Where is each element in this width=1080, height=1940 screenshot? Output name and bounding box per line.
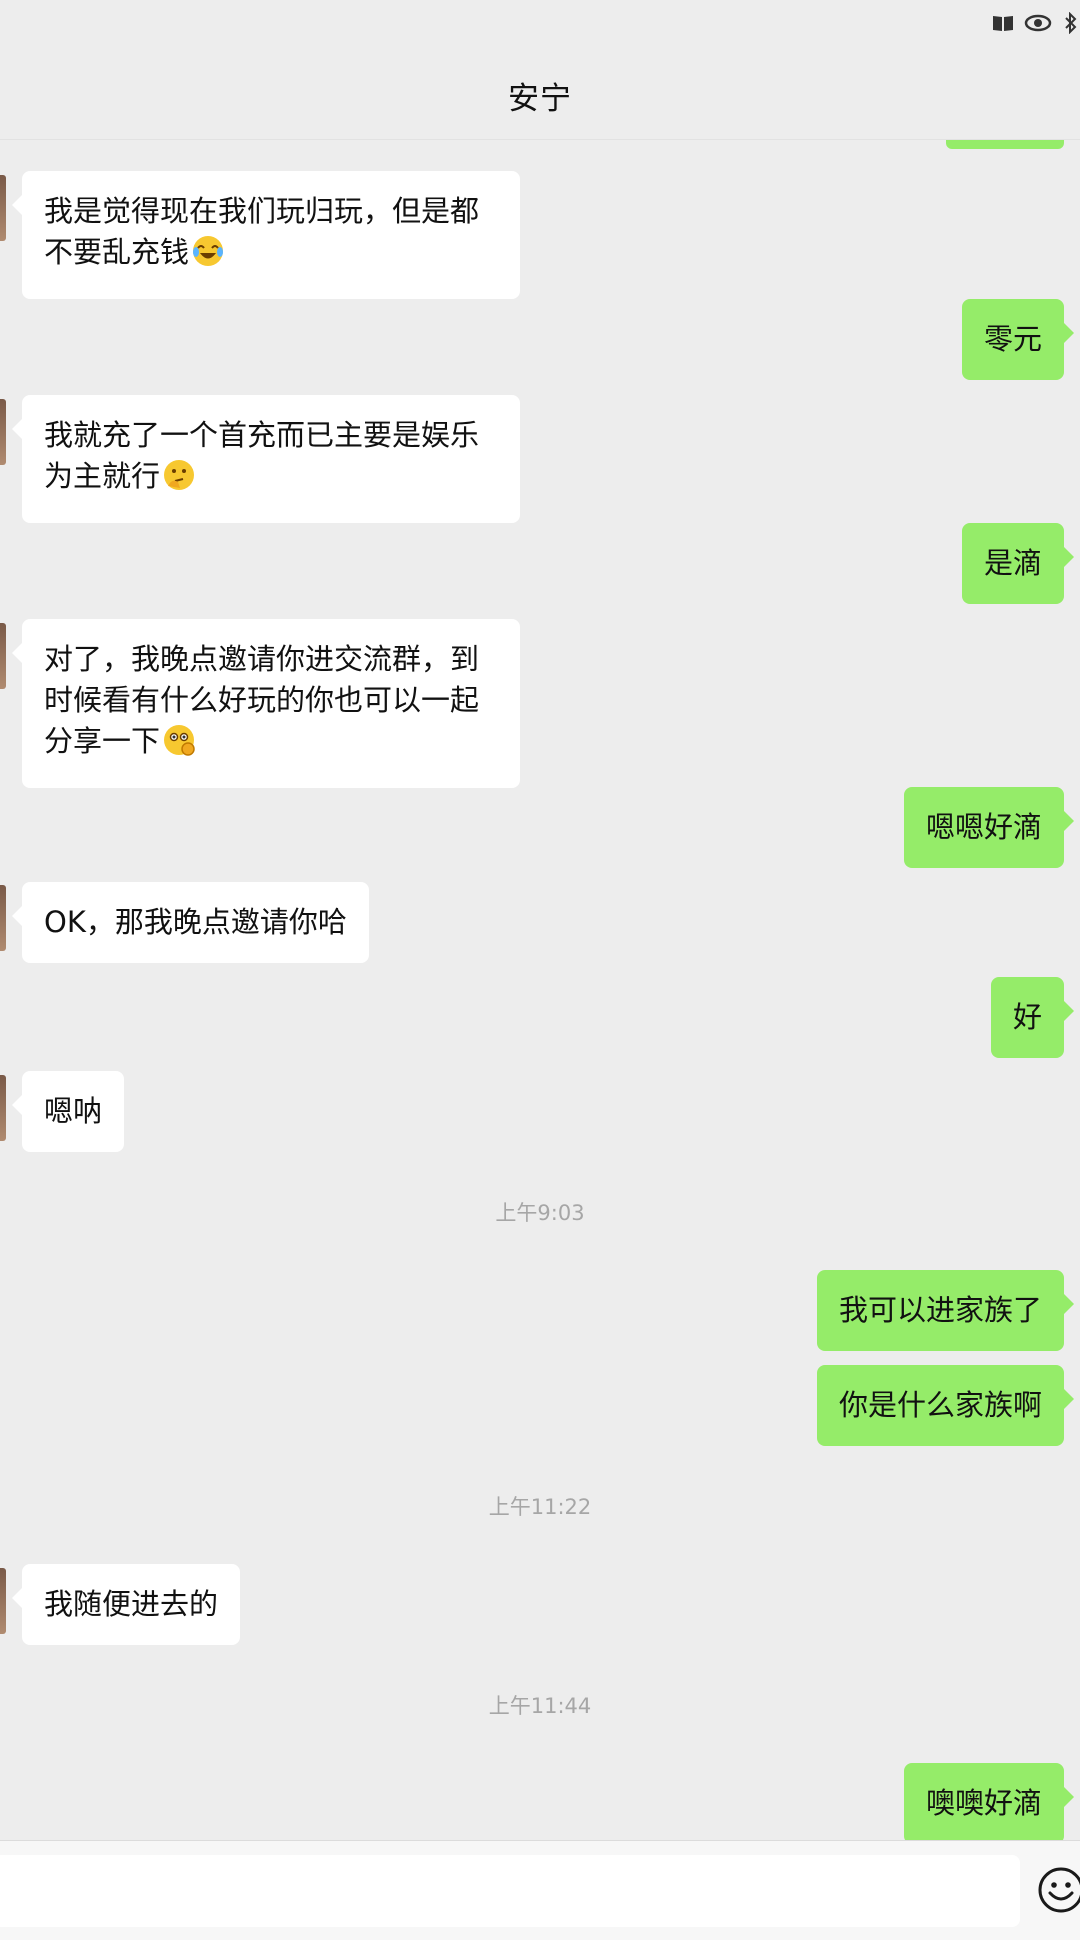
timestamp: 上午11:44 <box>488 1694 592 1718</box>
input-bar <box>0 1840 1080 1940</box>
message-incoming[interactable]: 嗯呐 <box>11 1071 125 1152</box>
tears-of-joy-emoji-icon <box>191 234 225 279</box>
emoji-icon[interactable] <box>1036 1865 1080 1915</box>
message-text: 好 <box>1012 1000 1042 1034</box>
bluetooth-icon <box>1062 12 1080 34</box>
eye-icon <box>1024 14 1052 32</box>
timestamp: 上午11:22 <box>488 1495 592 1519</box>
chat-screen: 安宁 我是觉得现在我们玩归玩，但是都不要乱充钱 零元 我就充了一个首充而已主要是… <box>0 0 1080 1940</box>
message-incoming[interactable]: 我是觉得现在我们玩归玩，但是都不要乱充钱 <box>12 171 520 299</box>
contact-avatar[interactable] <box>0 1568 6 1634</box>
contact-avatar[interactable] <box>0 175 6 241</box>
message-outgoing[interactable]: 嗯嗯好滴 <box>903 787 1075 868</box>
message-incoming[interactable]: 我就充了一个首充而已主要是娱乐为主就行 <box>12 395 520 523</box>
message-text: 零元 <box>983 322 1042 356</box>
message-text: 嗯嗯好滴 <box>925 810 1042 844</box>
message-incoming[interactable]: 我随便进去的 <box>11 1564 241 1645</box>
message-input[interactable] <box>0 1855 1020 1927</box>
thinking-emoji-icon <box>162 458 196 503</box>
ok-hand-emoji-icon <box>162 723 196 768</box>
contact-avatar[interactable] <box>0 885 6 951</box>
book-icon <box>992 14 1014 32</box>
message-text: 我就充了一个首充而已主要是娱乐为主就行 <box>44 418 480 493</box>
contact-avatar[interactable] <box>0 1075 6 1141</box>
contact-avatar[interactable] <box>0 623 6 689</box>
chat-header: 安宁 <box>0 52 1080 140</box>
message-text: 噢噢好滴 <box>925 1786 1042 1820</box>
message-text: OK，那我晚点邀请你哈 <box>44 905 347 939</box>
message-text: 是滴 <box>983 546 1042 580</box>
message-text: 嗯呐 <box>44 1094 103 1128</box>
message-outgoing[interactable]: 噢噢好滴 <box>903 1763 1075 1844</box>
contact-avatar[interactable] <box>0 399 6 465</box>
message-outgoing[interactable]: 好 <box>990 977 1075 1058</box>
timestamp: 上午9:03 <box>495 1201 585 1225</box>
message-incoming[interactable]: OK，那我晚点邀请你哈 <box>12 882 369 963</box>
message-outgoing[interactable]: 我可以进家族了 <box>816 1270 1075 1351</box>
message-outgoing[interactable]: 你是什么家族啊 <box>816 1365 1075 1446</box>
message-text: 我是觉得现在我们玩归玩，但是都不要乱充钱 <box>44 194 480 269</box>
message-incoming[interactable]: 对了，我晚点邀请你进交流群，到时候看有什么好玩的你也可以一起分享一下 <box>12 619 520 788</box>
message-text: 你是什么家族啊 <box>838 1388 1042 1422</box>
message-text: 我可以进家族了 <box>838 1293 1042 1327</box>
status-bar <box>992 12 1080 34</box>
message-outgoing[interactable]: 零元 <box>961 299 1075 380</box>
contact-name: 安宁 <box>508 81 572 117</box>
message-text: 对了，我晚点邀请你进交流群，到时候看有什么好玩的你也可以一起分享一下 <box>44 642 480 758</box>
message-list[interactable]: 我是觉得现在我们玩归玩，但是都不要乱充钱 零元 我就充了一个首充而已主要是娱乐为… <box>0 140 1080 1844</box>
message-outgoing[interactable]: 是滴 <box>961 523 1075 604</box>
message-text: 我随便进去的 <box>44 1587 219 1621</box>
